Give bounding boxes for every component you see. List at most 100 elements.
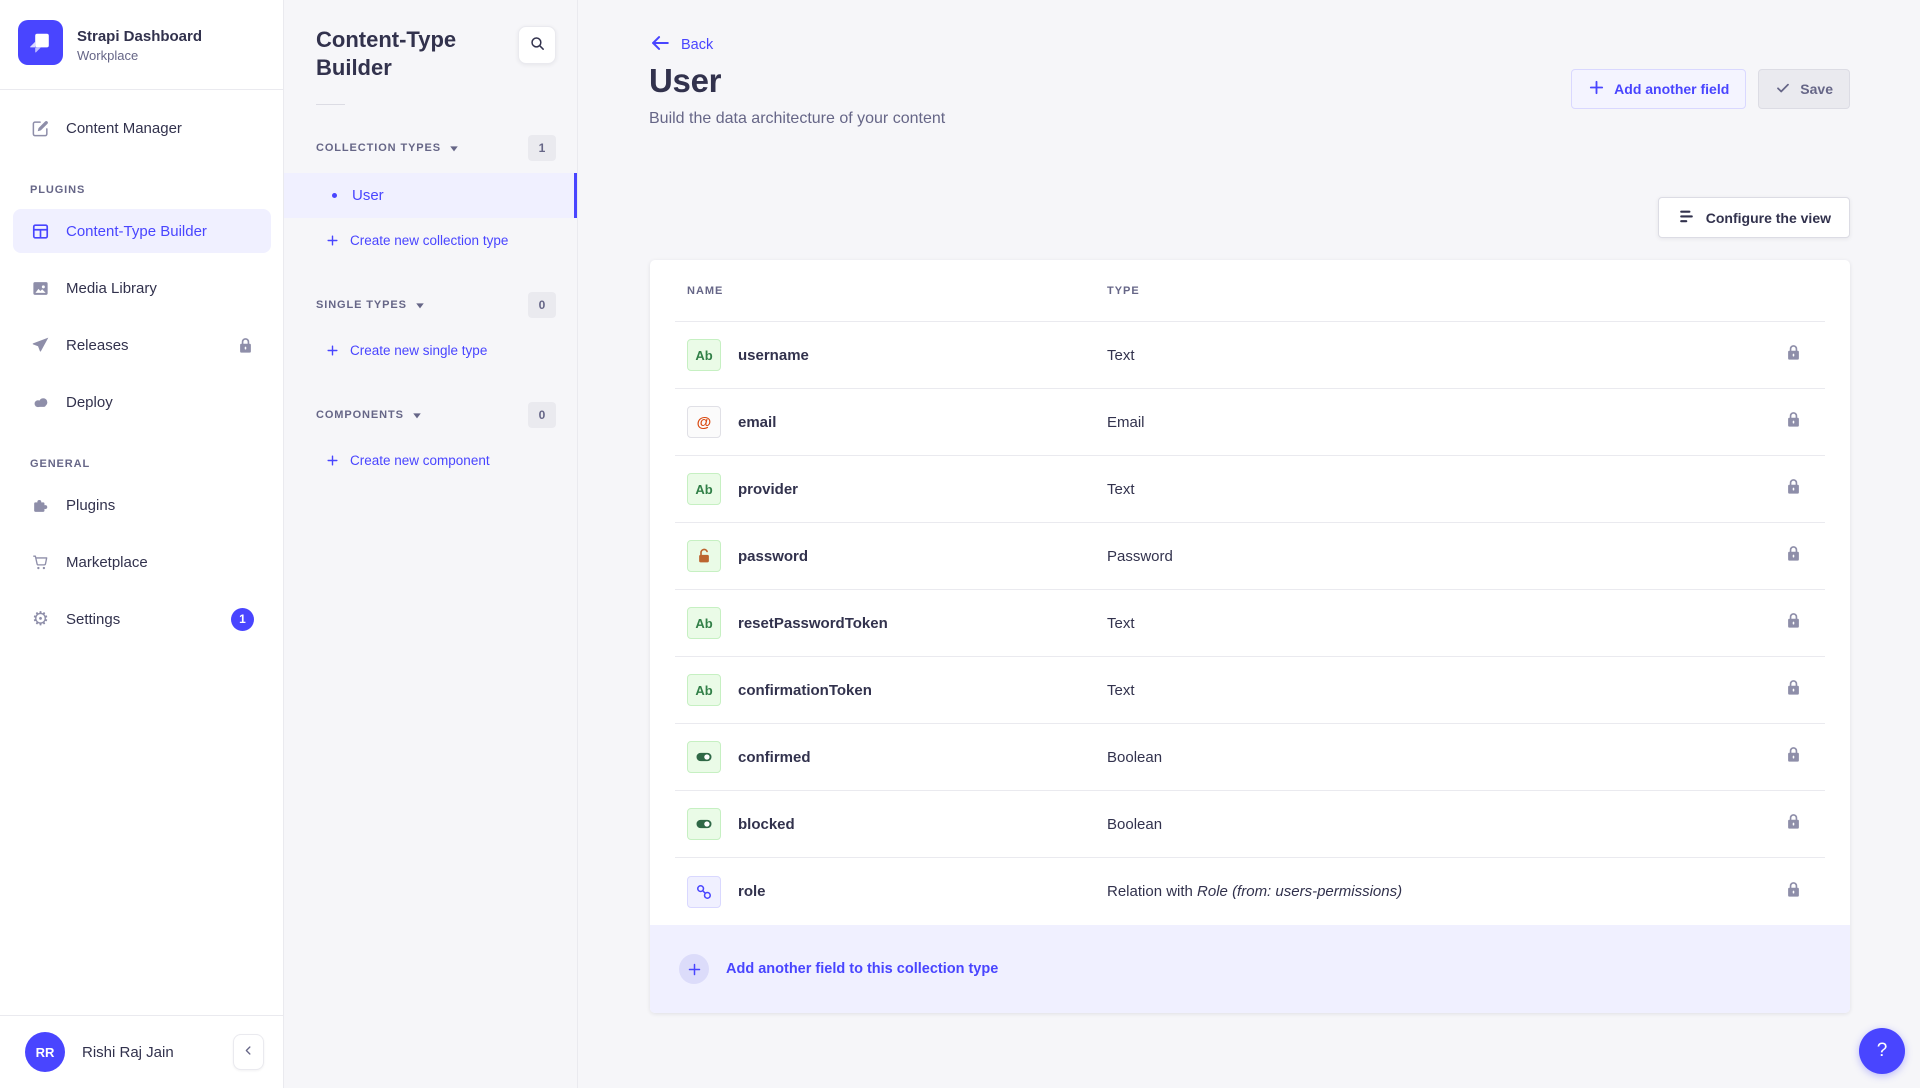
filter-lines-icon: [1677, 207, 1696, 229]
configure-view-label: Configure the view: [1706, 210, 1831, 226]
field-name: email: [738, 414, 776, 431]
chevron-left-icon: [242, 1044, 255, 1060]
sidebar-item-label: Marketplace: [66, 554, 148, 571]
plus-icon: [326, 454, 339, 467]
back-label: Back: [681, 37, 713, 53]
sidebar: Strapi Dashboard Workplace Content Manag…: [0, 0, 284, 1088]
field-type: Text: [1107, 682, 1135, 699]
field-lock-cell: [1761, 477, 1825, 501]
sidebar-section-title-general: GENERAL: [13, 458, 271, 470]
text-field-icon: Ab: [687, 674, 721, 706]
field-lock-cell: [1761, 678, 1825, 702]
content-type-builder-panel: Content-Type Builder COLLECTION TYPES1 Us…: [284, 0, 578, 1088]
save-button[interactable]: Save: [1758, 69, 1850, 109]
sidebar-footer: RR Rishi Raj Jain: [0, 1015, 283, 1088]
workspace-switcher[interactable]: Strapi Dashboard Workplace: [0, 0, 283, 89]
arrow-left-icon: [649, 32, 671, 58]
sidebar-item-label: Settings: [66, 611, 120, 628]
field-type-cell: Boolean: [1107, 749, 1761, 766]
plus-icon: [326, 234, 339, 247]
table-row-email: @ email Email: [675, 389, 1825, 456]
cart-icon: [30, 553, 51, 572]
collapse-sidebar-button[interactable]: [233, 1034, 264, 1070]
boolean-field-icon: [687, 741, 721, 773]
sidebar-item-marketplace[interactable]: Marketplace: [13, 540, 271, 584]
table-header: NAME TYPE: [675, 260, 1825, 322]
sidebar-item-plugins[interactable]: Plugins: [13, 483, 271, 527]
field-type-cell: Text: [1107, 615, 1761, 632]
field-type: Relation with: [1107, 883, 1197, 900]
lock-icon: [1785, 611, 1802, 635]
column-header-name: NAME: [687, 285, 1107, 297]
field-name-cell: confirmed: [687, 741, 1107, 773]
sidebar-item-content-type-builder[interactable]: Content-Type Builder: [13, 209, 271, 253]
divider: [316, 104, 345, 105]
field-name-cell: blocked: [687, 808, 1107, 840]
app-title: Strapi Dashboard: [77, 28, 202, 45]
table-row-blocked: blocked Boolean: [675, 791, 1825, 858]
create-new-component-link[interactable]: Create new component: [284, 438, 577, 482]
field-name-cell: AbconfirmationToken: [687, 674, 1107, 706]
main-content: Back User Build the data architecture of…: [578, 0, 1920, 1088]
field-type-detail: Role (from: users-permissions): [1197, 883, 1402, 900]
create-new-single-type-link[interactable]: Create new single type: [284, 328, 577, 372]
field-type: Email: [1107, 414, 1145, 431]
cloud-icon: [30, 393, 51, 412]
app: Strapi Dashboard Workplace Content Manag…: [0, 0, 1920, 1088]
sidebar-item-label: Releases: [66, 337, 129, 354]
lock-icon: [1785, 678, 1802, 702]
collection-type-item-user[interactable]: User: [284, 173, 577, 218]
chevron-down-icon: [449, 144, 459, 153]
field-name: role: [738, 883, 766, 900]
sidebar-item-content-manager[interactable]: Content Manager: [13, 106, 271, 150]
sidebar-item-deploy[interactable]: Deploy: [13, 380, 271, 424]
field-name: resetPasswordToken: [738, 615, 888, 632]
field-lock-cell: [1761, 812, 1825, 836]
table-row-confirmed: confirmedBoolean: [675, 724, 1825, 791]
section-header-collection-types[interactable]: COLLECTION TYPES1: [316, 135, 556, 161]
add-field-footer-button[interactable]: Add another field to this collection typ…: [650, 925, 1850, 1013]
lock-icon: [237, 336, 254, 355]
email-field-icon: @: [687, 406, 721, 438]
count-badge: 1: [528, 135, 556, 161]
field-name-cell: role: [687, 876, 1107, 908]
field-name: password: [738, 548, 808, 565]
chevron-down-icon: [412, 411, 422, 420]
brand-text: Strapi Dashboard Workplace: [77, 28, 202, 63]
sidebar-item-settings[interactable]: ⚙Settings1: [13, 597, 271, 641]
configure-view-button[interactable]: Configure the view: [1658, 197, 1850, 238]
text-field-icon: Ab: [687, 339, 721, 371]
add-another-field-button[interactable]: Add another field: [1571, 69, 1746, 109]
column-header-type: TYPE: [1107, 285, 1761, 297]
sidebar-item-label: Media Library: [66, 280, 157, 297]
plane-icon: [30, 336, 51, 355]
create-link-label: Create new component: [350, 453, 490, 468]
field-name: blocked: [738, 816, 795, 833]
help-button[interactable]: ?: [1859, 1028, 1905, 1074]
section-header-single-types[interactable]: SINGLE TYPES0: [316, 292, 556, 318]
table-row-provider: AbproviderText: [675, 456, 1825, 523]
count-badge: 0: [528, 402, 556, 428]
page-header-text: User Build the data architecture of your…: [649, 62, 945, 128]
avatar[interactable]: RR: [25, 1032, 65, 1072]
sidebar-item-media-library[interactable]: Media Library: [13, 266, 271, 310]
field-type: Boolean: [1107, 749, 1162, 766]
create-new-collection-type-link[interactable]: Create new collection type: [284, 218, 577, 262]
puzzle-icon: [30, 496, 51, 515]
sidebar-item-releases[interactable]: Releases: [13, 323, 271, 367]
page-subtitle: Build the data architecture of your cont…: [649, 110, 945, 128]
panel-sections: COLLECTION TYPES1 UserCreate new collecti…: [284, 135, 577, 482]
field-name-cell: password: [687, 540, 1107, 572]
sidebar-item-label: Content Manager: [66, 120, 182, 137]
field-lock-cell: [1761, 343, 1825, 367]
field-type-cell: Email: [1107, 414, 1761, 431]
field-type-cell: Relation with Role (from: users-permissi…: [1107, 883, 1761, 900]
field-name: username: [738, 347, 809, 364]
back-link[interactable]: Back: [649, 32, 713, 58]
create-link-label: Create new single type: [350, 343, 487, 358]
section-header-components[interactable]: COMPONENTS0: [316, 402, 556, 428]
search-button[interactable]: [518, 26, 556, 64]
field-name-cell: @ email: [687, 406, 1107, 438]
field-type-cell: Boolean: [1107, 816, 1761, 833]
panel-header: Content-Type Builder: [284, 0, 577, 82]
